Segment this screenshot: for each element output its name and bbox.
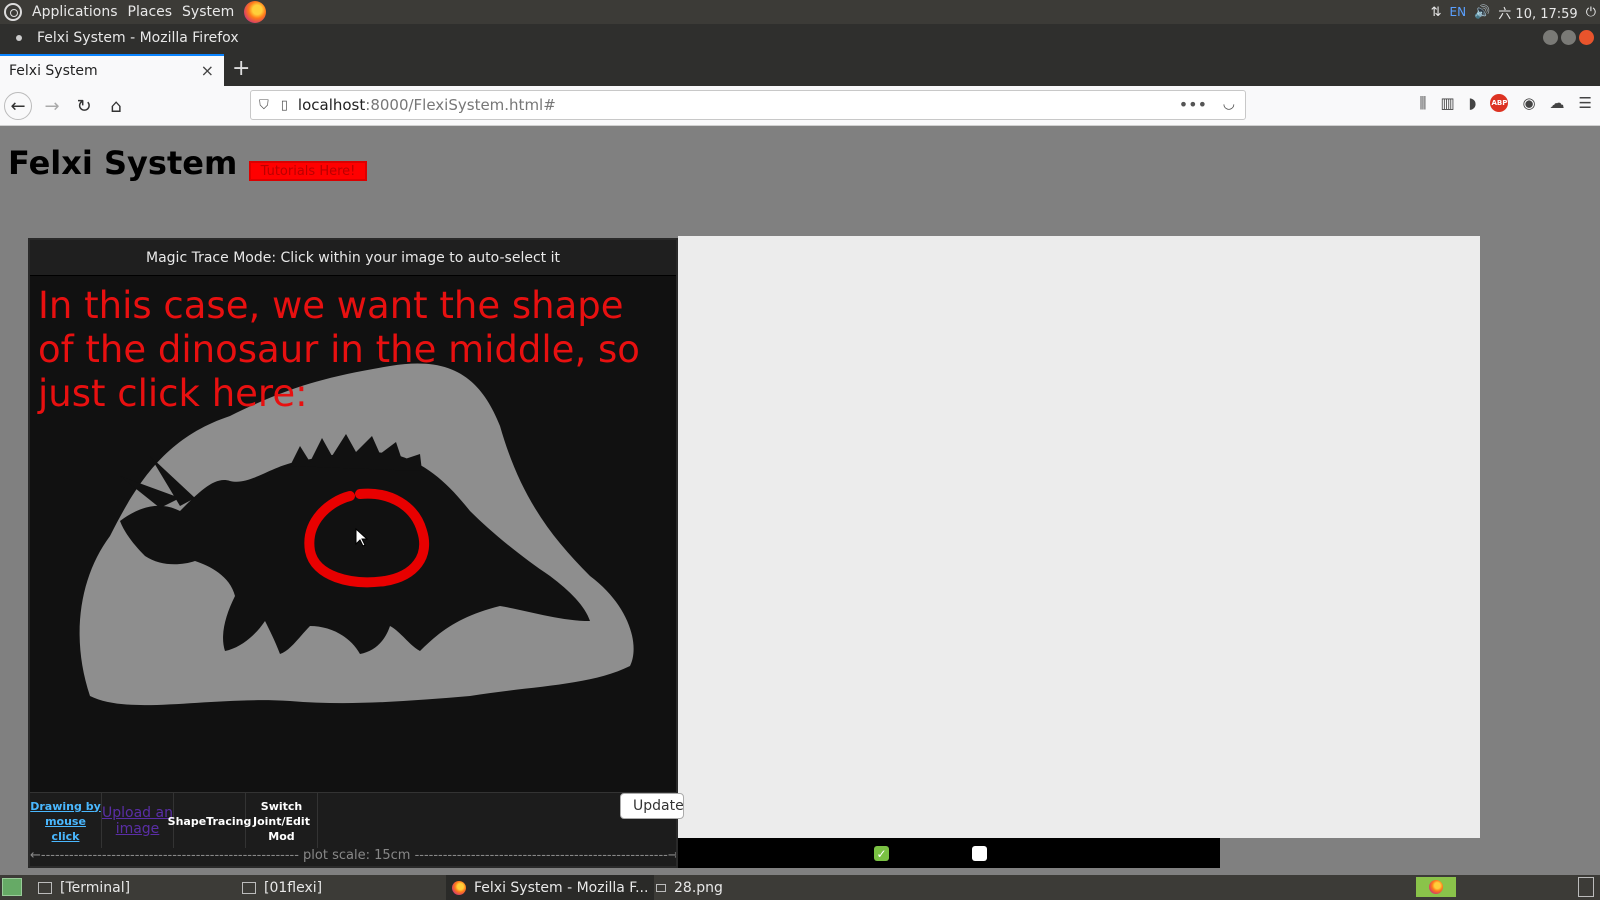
- bottom-taskbar: [Terminal] [01flexi] Felxi System - Mozi…: [0, 875, 1600, 900]
- plot-scale-label: ←---------------------------------------…: [30, 848, 676, 866]
- taskbar-item-folder[interactable]: [01flexi]: [242, 875, 322, 900]
- network-icon[interactable]: ⇅: [1431, 5, 1442, 20]
- back-button[interactable]: ←: [4, 92, 32, 120]
- library-icon[interactable]: ⫼: [1419, 94, 1426, 112]
- minimize-button[interactable]: [1543, 30, 1558, 45]
- pocket-icon[interactable]: ◡: [1223, 96, 1235, 112]
- update-button[interactable]: Update: [620, 793, 684, 819]
- tool-panel: Magic Trace Mode: Click within your imag…: [28, 238, 684, 868]
- tab-felxi-system[interactable]: Felxi System ×: [0, 54, 224, 86]
- places-menu[interactable]: Places: [128, 4, 173, 20]
- extension-2-icon[interactable]: ☁: [1550, 94, 1565, 112]
- home-button[interactable]: ⌂: [102, 92, 130, 120]
- taskbar-label: 28.png: [674, 879, 723, 896]
- tab-bar: Felxi System × +: [0, 52, 1600, 86]
- show-desktop-icon[interactable]: [2, 878, 22, 896]
- account-icon[interactable]: ◉: [1522, 94, 1535, 112]
- page-title: Felxi System: [8, 144, 238, 182]
- trash-icon[interactable]: [1578, 877, 1594, 897]
- power-icon[interactable]: ⏻: [1586, 5, 1596, 20]
- url-path: :8000/FlexiSystem.html#: [365, 96, 556, 114]
- reload-button[interactable]: ↻: [70, 92, 98, 120]
- window-title: Felxi System - Mozilla Firefox: [37, 30, 239, 46]
- os-top-panel: Applications Places System ⇅ EN 🔊 六 10, …: [0, 0, 1600, 24]
- tool-buttons-bar: Drawing by mouse click Upload an image S…: [30, 792, 684, 849]
- mode-header: Magic Trace Mode: Click within your imag…: [30, 240, 676, 276]
- mouse-cursor-icon: [355, 528, 369, 547]
- tracking-shield-icon[interactable]: ⛉: [259, 98, 269, 113]
- url-text[interactable]: localhost:8000/FlexiSystem.html#: [298, 96, 556, 114]
- taskbar-label: [01flexi]: [264, 879, 323, 896]
- menu-icon[interactable]: ☰: [1579, 94, 1592, 112]
- clock[interactable]: 六 10, 17:59: [1498, 3, 1577, 22]
- navigation-toolbar: ← → ↻ ⌂ ⛉ ▯ localhost:8000/FlexiSystem.h…: [0, 86, 1600, 126]
- terminal-icon: [38, 881, 52, 894]
- drawing-by-mouse-click-button[interactable]: Drawing by mouse click: [30, 793, 102, 849]
- taskbar-label: [Terminal]: [60, 879, 131, 896]
- sidebar-icon[interactable]: ▥: [1440, 94, 1454, 112]
- firefox-icon: [452, 880, 466, 895]
- forward-button[interactable]: →: [38, 92, 66, 120]
- taskbar-item-terminal[interactable]: [Terminal]: [38, 875, 130, 900]
- maximize-button[interactable]: [1561, 30, 1576, 45]
- taskbar-item-image[interactable]: 28.png: [656, 875, 723, 900]
- close-tab-icon[interactable]: ×: [201, 61, 214, 80]
- new-tab-button[interactable]: +: [232, 56, 250, 81]
- firefox-workspace-icon: [1429, 880, 1443, 894]
- image-file-icon: [656, 883, 666, 892]
- upload-image-button[interactable]: Upload an image: [102, 793, 174, 849]
- page-content: Felxi System Tutorials Here! Magic Trace…: [0, 126, 1600, 875]
- option-checkbox-unchecked[interactable]: [972, 846, 987, 861]
- system-menu[interactable]: System: [182, 4, 234, 20]
- window-titlebar: Felxi System - Mozilla Firefox: [0, 24, 1600, 52]
- preview-canvas[interactable]: [678, 236, 1480, 838]
- url-bar[interactable]: ⛉ ▯ localhost:8000/FlexiSystem.html# •••…: [250, 90, 1246, 120]
- tab-title: Felxi System: [9, 63, 98, 79]
- option-checkbox-checked[interactable]: ✓: [874, 846, 889, 861]
- volume-icon[interactable]: 🔊: [1474, 5, 1490, 20]
- taskbar-label: Felxi System - Mozilla F...: [474, 879, 649, 896]
- adblock-plus-icon[interactable]: ABP: [1490, 94, 1509, 112]
- instruction-annotation: In this case, we want the shape of the d…: [38, 284, 640, 415]
- window-menu-icon[interactable]: [16, 35, 22, 41]
- shape-tracing-button[interactable]: ShapeTracing: [168, 793, 251, 849]
- switch-joint-edit-mode-button[interactable]: Switch Joint/Edit Mod: [246, 793, 318, 849]
- folder-icon: [242, 881, 256, 894]
- keyboard-layout-indicator[interactable]: EN: [1450, 5, 1467, 19]
- image-canvas[interactable]: In this case, we want the shape of the d…: [30, 276, 676, 792]
- ubuntu-logo-icon[interactable]: [4, 3, 22, 21]
- extension-icon[interactable]: ◗: [1469, 94, 1477, 112]
- tutorials-button[interactable]: Tutorials Here!: [249, 161, 367, 181]
- url-host: localhost: [297, 96, 366, 114]
- page-actions-icon[interactable]: •••: [1179, 95, 1207, 114]
- taskbar-item-firefox[interactable]: Felxi System - Mozilla F...: [446, 875, 655, 900]
- applications-menu[interactable]: Applications: [32, 4, 118, 20]
- close-window-button[interactable]: [1579, 30, 1594, 45]
- workspace-switcher[interactable]: [1416, 877, 1456, 897]
- firefox-launcher-icon[interactable]: [244, 1, 267, 23]
- checkbox-bar: ✓: [678, 838, 1220, 868]
- page-info-icon[interactable]: ▯: [281, 98, 288, 113]
